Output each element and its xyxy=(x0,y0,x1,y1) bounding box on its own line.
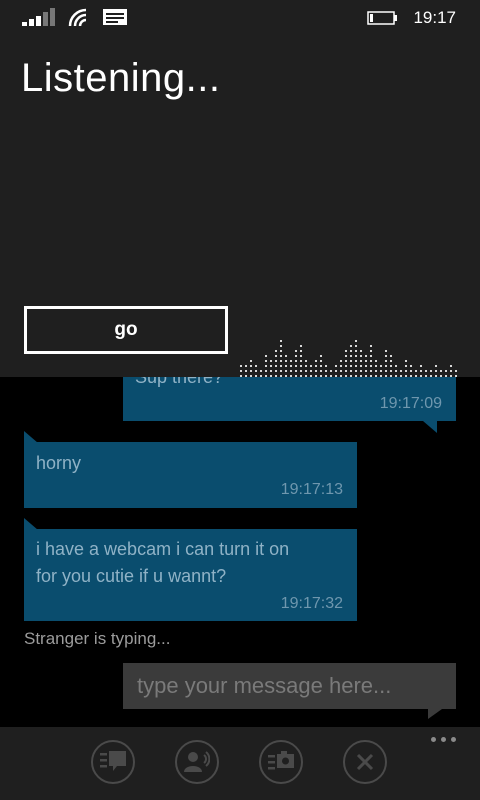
wifi-icon xyxy=(68,8,87,26)
message-text-line2: for you cutie if u wannt? xyxy=(36,566,227,586)
audio-waveform-icon xyxy=(240,340,457,377)
voice-input-icon xyxy=(184,751,210,772)
bubble-tail xyxy=(423,421,437,433)
battery-icon xyxy=(367,11,398,25)
close-chat-button[interactable] xyxy=(343,740,387,784)
send-photo-icon xyxy=(268,751,294,770)
voice-button[interactable] xyxy=(175,740,219,784)
listening-panel: Listening... go xyxy=(0,36,480,377)
input-tail xyxy=(428,709,442,719)
message-text: horny xyxy=(36,453,82,473)
new-chat-button[interactable] xyxy=(91,740,135,784)
close-icon xyxy=(356,753,374,771)
new-chat-icon xyxy=(100,751,126,771)
message-notification-icon xyxy=(103,9,127,25)
more-options-icon[interactable] xyxy=(431,737,456,742)
message-bubble-partial: Sup there? 19:17:09 xyxy=(123,377,456,421)
status-bar: 19:17 xyxy=(0,0,480,36)
signal-strength-icon xyxy=(22,8,55,26)
message-time: 19:17:32 xyxy=(280,595,343,612)
message-text: Sup there? xyxy=(135,377,224,387)
message-bubble: i have a webcam i can turn it on for you… xyxy=(24,529,357,621)
go-button[interactable]: go xyxy=(24,306,228,354)
message-text-line1: i have a webcam i can turn it on xyxy=(36,539,290,559)
send-photo-button[interactable] xyxy=(259,740,303,784)
listening-title: Listening... xyxy=(21,56,221,100)
typing-status: Stranger is typing... xyxy=(24,629,171,648)
message-time: 19:17:09 xyxy=(379,395,442,412)
message-time: 19:17:13 xyxy=(280,481,343,498)
message-bubble: horny 19:17:13 xyxy=(24,442,357,508)
status-clock: 19:17 xyxy=(413,8,456,27)
app-bar xyxy=(0,727,480,800)
message-input[interactable] xyxy=(123,663,456,709)
chat-area: Sup there? 19:17:09 horny 19:17:13 i hav… xyxy=(0,377,480,727)
